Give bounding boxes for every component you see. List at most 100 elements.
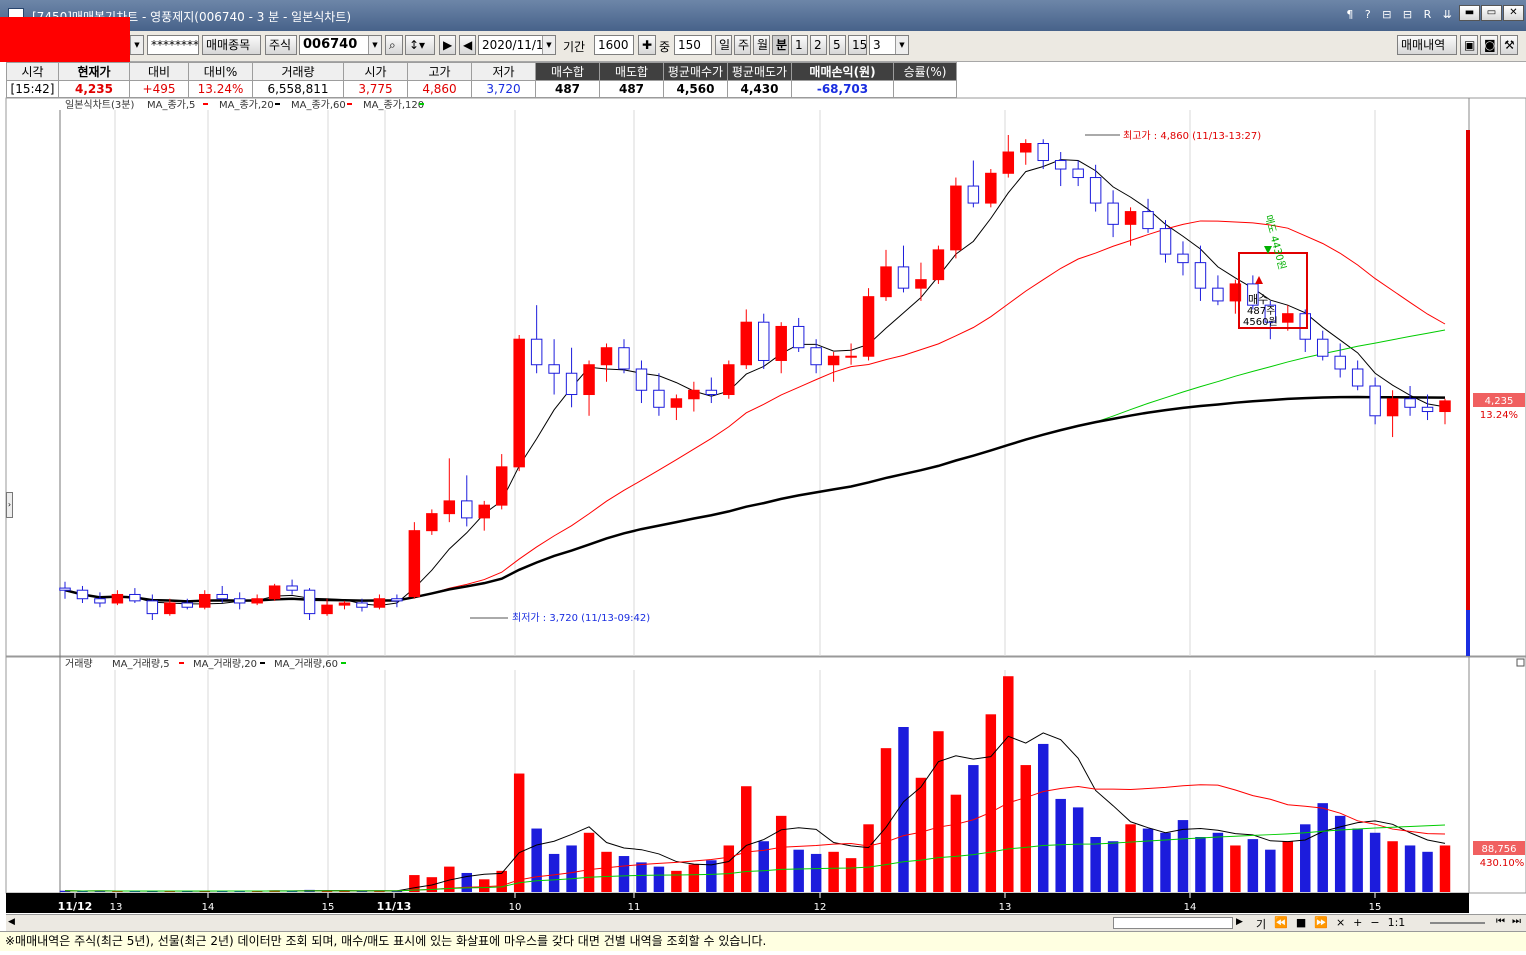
info-sell-sum: 487 [599, 80, 664, 98]
volume-bar [461, 872, 473, 892]
candle-body [391, 598, 403, 602]
candle-body [670, 398, 683, 408]
crosshair-icon[interactable]: ✚ [638, 35, 656, 55]
date-input[interactable]: 2020/11/13 ▼ [478, 35, 556, 55]
system-icons[interactable]: ¶ ? ⊟ ⊟ R ⇊ [1346, 8, 1456, 21]
candle-body [1247, 283, 1259, 306]
sort-icon[interactable]: ↕▾ [405, 35, 435, 55]
ma20-line [64, 220, 1446, 602]
price-legend-item: MA_종가,20 [219, 99, 274, 111]
volume-bar [1230, 845, 1241, 892]
info-avg-sell: 4,430 [727, 80, 792, 98]
trade-highlight-box [1238, 252, 1308, 329]
scroll-left-icon[interactable]: ◀ [8, 917, 15, 927]
back-icon[interactable]: ◀ [459, 35, 476, 55]
timeframe-month[interactable]: 월 [753, 35, 770, 55]
candle-body [950, 185, 962, 251]
candle-body [303, 589, 316, 615]
last-icon[interactable]: ⏭ [1512, 916, 1521, 927]
volume-bar [548, 853, 560, 892]
volume-bar [269, 890, 280, 892]
volume-bar [653, 866, 665, 892]
timeframe-day[interactable]: 일 [715, 35, 732, 55]
vol-ma60-line [64, 824, 1446, 892]
wrench-icon[interactable]: ⚒ [1500, 35, 1518, 55]
candle-body [530, 338, 543, 366]
price-panel [5, 97, 1526, 657]
volume-bar [1107, 841, 1119, 892]
volume-bar [1142, 828, 1154, 892]
high-annotation: 최고가 : 4,860 (11/13-13:27) [1123, 130, 1261, 142]
volume-bar [1212, 832, 1224, 892]
first-icon[interactable]: ⏮ [1496, 916, 1505, 927]
candle-body [286, 585, 298, 591]
candle-body [495, 466, 508, 506]
stock-code-input[interactable]: 006740 ▼ [299, 35, 382, 55]
volume-legend-item: MA_거래량,60 [274, 658, 338, 670]
stock-code: 006740 [303, 37, 358, 52]
timeframe-minute[interactable]: 분 [772, 35, 789, 55]
save-icon[interactable]: ◙ [1480, 35, 1498, 55]
volume-bar [1404, 845, 1416, 892]
reset-icon[interactable]: ⨯ [1336, 916, 1345, 932]
zoom-in-icon[interactable]: + [1353, 916, 1362, 932]
volume-bar [636, 862, 647, 892]
scroll-right-icon[interactable]: ▶ [1236, 917, 1243, 927]
ma120-line [64, 395, 1446, 603]
candle-body [548, 364, 560, 374]
trade-stock-button[interactable]: 매매종목 [202, 35, 261, 55]
price-chart[interactable]: 일본식차트(3분) MA_종가,5 MA_종가,20 MA_종가,60 MA_종가,12… [0, 0, 1526, 955]
volume-bar [1195, 837, 1206, 892]
zoom-1to1[interactable]: 1:1 [1388, 916, 1406, 932]
scroll-thumb[interactable] [1113, 917, 1233, 929]
password-field[interactable]: ******** [147, 35, 199, 55]
volume-bar [251, 891, 263, 892]
search-icon[interactable]: ⌕ [385, 35, 403, 55]
candle-body [1439, 400, 1451, 413]
candle-body [1142, 211, 1154, 230]
info-header: 평균매도가 [727, 62, 792, 81]
candle-body [985, 172, 997, 204]
minimize-button[interactable]: ▬ [1459, 5, 1480, 21]
play-icon[interactable]: ▶ [439, 35, 456, 55]
panel-expand-icon[interactable]: › [6, 492, 13, 518]
stock-type-button[interactable]: 주식 [265, 35, 297, 55]
zoom-out-icon[interactable]: − [1370, 916, 1379, 932]
volume-bar [479, 879, 490, 892]
volume-bar [1072, 807, 1084, 892]
minute-5[interactable]: 5 [829, 35, 846, 55]
info-change: +495 [129, 80, 189, 98]
volume-bar [147, 891, 158, 892]
info-header: 대비 [129, 62, 189, 81]
rewind-icon[interactable]: ⏪ [1274, 916, 1288, 932]
volume-bar [706, 860, 717, 892]
mid-input[interactable]: 150 [674, 35, 712, 55]
volume-bar [618, 856, 630, 892]
volume-bar [1037, 743, 1049, 892]
candle-body [810, 347, 822, 366]
minute-select[interactable]: 3 ▼ [869, 35, 909, 55]
info-header: 시각 [6, 62, 59, 81]
stop-icon[interactable]: ■ [1296, 916, 1306, 932]
minute-2[interactable]: 2 [810, 35, 827, 55]
legend-swatch [419, 103, 424, 105]
trade-history-button[interactable]: 매매내역 [1397, 35, 1457, 55]
candle-body [1072, 168, 1084, 179]
timeframe-week[interactable]: 주 [734, 35, 751, 55]
info-time: [15:42] [6, 80, 59, 98]
candle-body [1124, 211, 1137, 225]
period-input[interactable]: 1600 [594, 35, 634, 55]
maximize-button[interactable]: ▭ [1481, 5, 1502, 21]
legend-swatch [260, 662, 265, 664]
volume-bar [286, 891, 298, 892]
zoom-slider[interactable] [1430, 922, 1485, 924]
folder-icon[interactable]: ▣ [1460, 35, 1478, 55]
minute-1[interactable]: 1 [791, 35, 808, 55]
close-button[interactable]: ✕ [1503, 5, 1524, 21]
base-icon[interactable]: 기 [1256, 916, 1266, 932]
sell-arrow-icon [1264, 246, 1272, 254]
candle-body [199, 593, 211, 608]
info-header: 거래량 [252, 62, 344, 81]
fast-forward-icon[interactable]: ⏩ [1314, 916, 1328, 932]
minute-15[interactable]: 15 [848, 35, 867, 55]
